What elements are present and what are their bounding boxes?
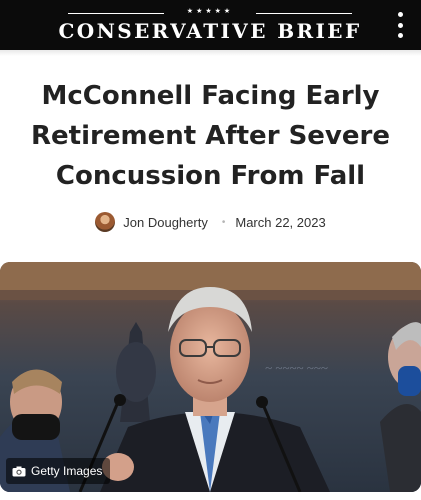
site-logo[interactable]: ★★★★★ CONSERVATIVE BRIEF [58,7,359,44]
camera-icon [12,466,26,477]
image-credit: Getty Images [6,458,111,484]
article-byline: Jon Dougherty • March 22, 2023 [0,211,421,233]
byline-separator: • [221,216,226,228]
site-header: ★★★★★ CONSERVATIVE BRIEF [0,0,421,50]
author-name[interactable]: Jon Dougherty [123,215,208,230]
site-name: CONSERVATIVE BRIEF [58,19,362,43]
article-title: McConnell Facing Early Retirement After … [31,81,390,191]
logo-stars: ★★★★★ [186,7,234,15]
logo-rule-left [68,13,164,14]
logo-rule-right [256,13,352,14]
header-shadow [0,50,421,56]
author-avatar[interactable] [95,212,116,232]
featured-image[interactable]: ~ ~~~~ ~~~ Getty Images [0,262,421,492]
publish-date: March 22, 2023 [235,214,326,230]
more-vertical-icon[interactable] [395,12,405,38]
image-credit-text: Getty Images [31,464,103,478]
svg-text:~ ~~~~ ~~~: ~ ~~~~ ~~~ [265,360,328,375]
